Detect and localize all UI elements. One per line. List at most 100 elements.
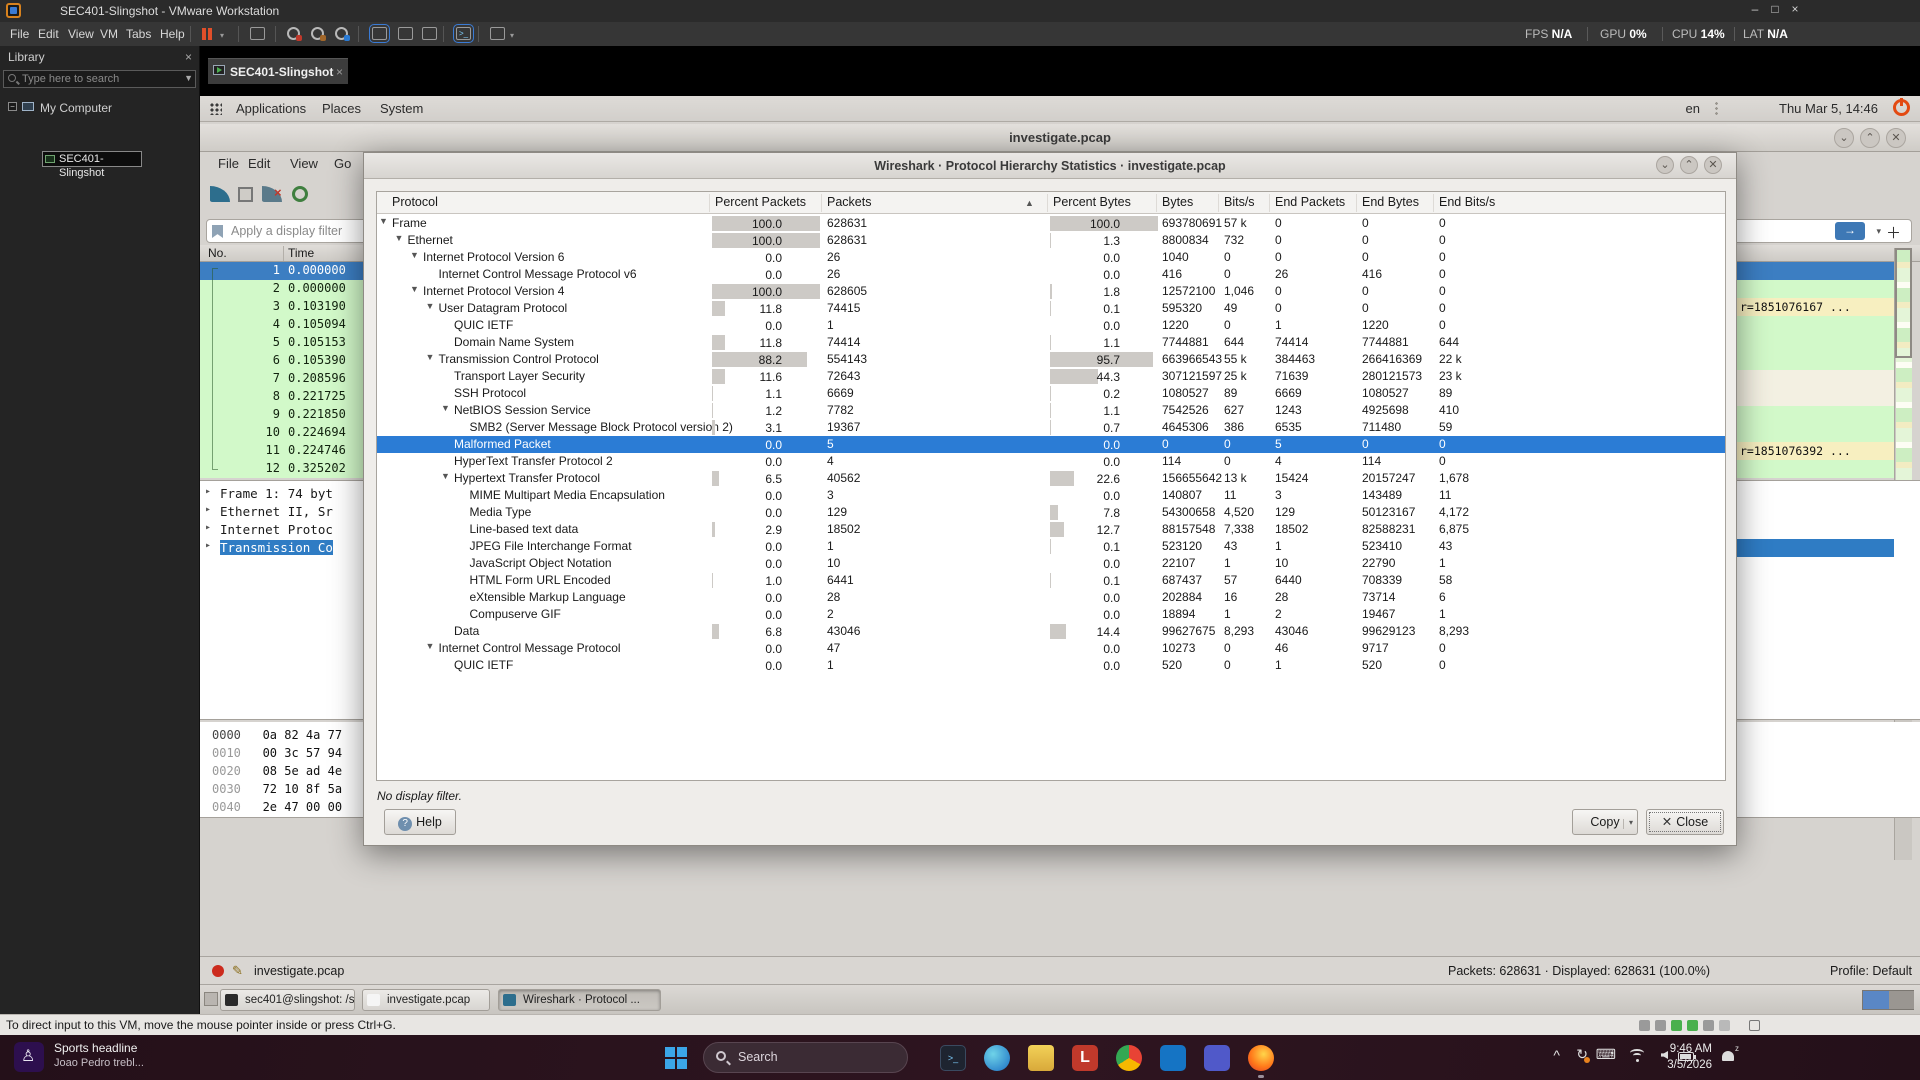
fullscreen-dropdown[interactable]: ▾ [510,31,514,40]
packet-row-fragment[interactable] [1737,388,1894,406]
protocol-row[interactable]: eXtensible Markup Language 0.0 0.0 28 202884… [377,589,1725,606]
menu-applications[interactable]: Applications [236,101,306,116]
protocol-row-selected[interactable]: Malformed Packet 0.0 0.0 5 0 0 5 0 0 [377,436,1725,453]
send-ctrl-alt-del-icon[interactable] [250,27,265,40]
status-profile[interactable]: Profile: Default [1830,964,1912,978]
protocol-row[interactable]: Data 6.8 14.4 43046 99627675 8,293 43046 996291… [377,623,1725,640]
packet-row-fragment[interactable] [1737,370,1894,388]
pause-dropdown[interactable]: ▾ [220,31,224,40]
col-header-protocol[interactable]: Protocol [392,195,438,209]
protocol-row[interactable]: ▼ NetBIOS Session Service 1.2 1.1 7782 754252… [377,402,1725,419]
protocol-row[interactable]: ▼ Hypertext Transfer Protocol 6.5 22.6 40562… [377,470,1725,487]
maximize-button[interactable]: □ [1766,2,1784,16]
vmware-menu-view[interactable]: View [68,27,94,41]
protocol-row[interactable]: ▼ User Datagram Protocol 11.8 0.1 74415 59532… [377,300,1725,317]
col-header-end-bits-s[interactable]: End Bits/s [1439,195,1495,209]
power-icon[interactable] [1893,98,1910,116]
device-hdd-icon[interactable] [1639,1020,1650,1031]
show-desktop-icon[interactable] [204,992,218,1006]
start-button[interactable] [665,1047,687,1069]
vmware-menu-edit[interactable]: Edit [38,27,59,41]
expert-info-icon[interactable]: ✎ [232,963,243,979]
protocol-row[interactable]: QUIC IETF 0.0 0.0 1 520 0 1 520 0 [377,657,1725,674]
tray-chevron-icon[interactable]: ^ [1553,1047,1560,1063]
close-button[interactable]: × [1786,2,1804,16]
protocol-row[interactable]: ▼ Frame 100.0 100.0 628631 693780691 57 k 0 0 0 [377,215,1725,232]
touch-keyboard-icon[interactable]: ⌨ [1596,1046,1616,1063]
vmware-menu-file[interactable]: File [10,27,29,41]
wireshark-menu-edit[interactable]: Edit [248,156,270,171]
protocol-row[interactable]: ▼ Ethernet 100.0 1.3 628631 8800834 732 0 0 0 [377,232,1725,249]
tree-expander-icon[interactable]: − [8,102,17,111]
app-icon-l-app[interactable]: L [1072,1045,1098,1071]
app-icon-terminal[interactable]: >_ [940,1045,966,1071]
widget-subline[interactable]: Joao Pedro trebl... [54,1057,144,1069]
capture-options-icon[interactable] [292,186,308,202]
apps-grid-icon[interactable] [210,103,222,115]
tree-collapse-icon[interactable]: ▼ [395,233,404,243]
tray-clock[interactable]: 9:46 AM 3/5/2026 [1667,1041,1712,1073]
library-close-icon[interactable]: × [185,50,192,64]
dialog-titlebar[interactable]: Wireshark · Protocol Hierarchy Statistic… [364,153,1736,179]
packet-row-fragment[interactable] [1737,406,1894,424]
packet-row[interactable]: 8 0.221725 [200,388,363,406]
library-search-input[interactable]: Type here to search ▼ [3,70,196,88]
tree-item-my-computer[interactable]: My Computer [40,101,112,115]
protocol-row[interactable]: HTML Form URL Encoded 1.0 0.1 6441 687437 57 6… [377,572,1725,589]
clock[interactable]: Thu Mar 5, 14:46 [1779,101,1878,116]
packet-row[interactable]: 3 0.103190 [200,298,363,316]
search-dropdown-icon[interactable]: ▼ [184,73,193,83]
protocol-row[interactable]: Domain Name System 11.8 1.1 74414 7744881 644… [377,334,1725,351]
packet-row[interactable]: 6 0.105390 [200,352,363,370]
tree-collapse-icon[interactable]: ▼ [426,352,435,362]
copy-button[interactable]: Copy ▾ [1572,809,1638,835]
close-icon[interactable]: ✕ [1886,128,1906,148]
device-network1-icon[interactable] [1671,1020,1682,1031]
protocol-row[interactable]: MIME Multipart Media Encapsulation 0.0 0.0… [377,487,1725,504]
snapshot-revert-icon[interactable] [311,27,326,41]
column-time[interactable]: Time [288,246,314,260]
fullscreen-icon[interactable] [490,27,505,40]
tree-collapse-icon[interactable]: ▼ [410,284,419,294]
layout-split-icon[interactable] [398,27,413,40]
dialog-minimize-icon[interactable]: ⌄ [1656,156,1674,174]
packet-row[interactable]: 7 0.208596 [200,370,363,388]
protocol-table-header[interactable]: ▲ Protocol Percent Packets Packets Percent … [377,192,1725,214]
protocol-row[interactable]: Transport Layer Security 11.6 44.3 72643 307… [377,368,1725,385]
tab-close-icon[interactable]: × [336,65,343,79]
protocol-row[interactable]: Internet Control Message Protocol v6 0.0 0… [377,266,1725,283]
detail-row[interactable]: ▸ Transmission Co [200,539,363,557]
packet-row[interactable]: 10 0.224694 [200,424,363,442]
col-header-end-bytes[interactable]: End Bytes [1362,195,1419,209]
minimize-button[interactable]: – [1746,2,1764,16]
protocol-row[interactable]: ▼ Internet Protocol Version 4 100.0 1.8 6286… [377,283,1725,300]
tree-collapse-icon[interactable]: ▼ [441,471,450,481]
col-header-percent-packets[interactable]: Percent Packets [715,195,806,209]
hex-line[interactable]: 0040 2e 47 00 00 [212,800,342,814]
start-capture-icon[interactable] [210,186,230,202]
device-usb-icon[interactable] [1719,1020,1730,1031]
app-icon-chrome[interactable] [1116,1045,1142,1071]
detail-row[interactable]: ▸ Internet Protoc [200,521,363,539]
app-icon-store[interactable] [1160,1045,1186,1071]
taskbar-search[interactable]: Search [703,1042,908,1073]
filter-add-icon[interactable]: ＋ [1886,222,1901,243]
help-button[interactable]: ? Help [384,809,456,835]
packet-row[interactable]: 2 0.000000 [200,280,363,298]
tree-collapse-icon[interactable]: ▼ [410,250,419,260]
capture-status-icon[interactable] [212,965,224,977]
workspace-switcher[interactable] [1862,990,1914,1010]
col-header-percent-bytes[interactable]: Percent Bytes [1053,195,1131,209]
layout-sidebar-icon[interactable] [369,24,390,43]
status-capture-file[interactable]: investigate.pcap [254,964,344,978]
protocol-row[interactable]: ▼ Transmission Control Protocol 88.2 95.7 55… [377,351,1725,368]
app-icon-firefox[interactable] [1248,1045,1274,1071]
wireshark-menu-file[interactable]: File [218,156,239,171]
taskbar-window-1[interactable]: investigate.pcap [362,989,490,1011]
packet-row[interactable]: 12 0.325202 [200,460,363,478]
packet-row[interactable]: 1 0.000000 [200,262,363,280]
app-icon-edge[interactable] [984,1045,1010,1071]
packet-row-fragment[interactable] [1737,280,1894,298]
packet-row[interactable]: 11 0.224746 [200,442,363,460]
app-icon-file-explorer[interactable] [1028,1045,1054,1071]
